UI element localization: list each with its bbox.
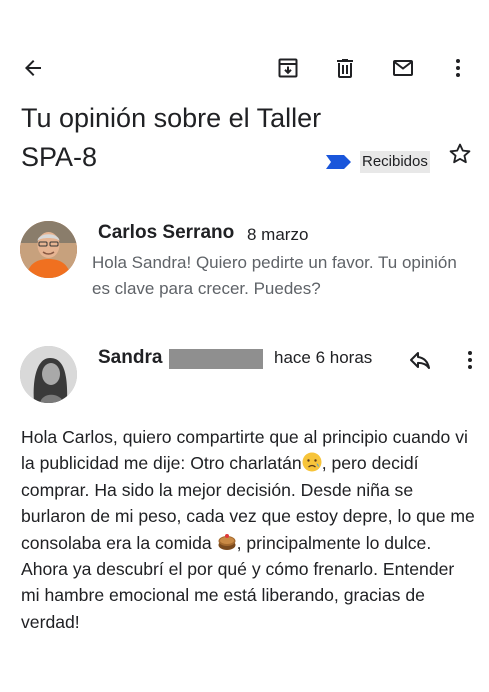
star-icon xyxy=(449,143,471,164)
message-date: 8 marzo xyxy=(247,225,309,244)
email-subject: Tu opinión sobre el Taller SPA-8 xyxy=(21,103,322,172)
message-body: Hola Carlos, quiero compartirte que al p… xyxy=(21,424,476,635)
sad-face-emoji-icon xyxy=(302,452,322,472)
redacted-surname xyxy=(169,349,263,369)
avatar[interactable] xyxy=(20,346,77,403)
more-vert-icon xyxy=(456,59,460,77)
back-button[interactable] xyxy=(13,48,53,88)
message-snippet[interactable]: Hola Sandra! Quiero pedirte un favor. Tu… xyxy=(92,250,462,302)
delete-button[interactable] xyxy=(325,48,365,88)
trash-icon xyxy=(337,59,353,78)
label-important-icon xyxy=(326,155,351,169)
avatar-photo xyxy=(20,221,77,278)
avatar-photo xyxy=(20,346,77,403)
mail-icon xyxy=(393,60,413,76)
message-more-button[interactable] xyxy=(450,340,489,380)
sender-name: Carlos Serrano xyxy=(98,222,235,243)
inbox-label[interactable]: Recibidos xyxy=(326,151,430,173)
toolbar xyxy=(0,0,489,100)
star-button[interactable] xyxy=(447,141,473,167)
reply-icon xyxy=(410,352,430,369)
more-vert-icon xyxy=(468,351,472,369)
sender-name: Sandra xyxy=(98,347,163,368)
mark-unread-button[interactable] xyxy=(383,48,423,88)
cake-emoji-icon xyxy=(218,533,236,550)
more-options-button[interactable] xyxy=(438,48,478,88)
archive-button[interactable] xyxy=(268,48,308,88)
arrow-back-icon xyxy=(25,60,41,76)
message-date: hace 6 horas xyxy=(274,348,373,367)
label-chip: Recibidos xyxy=(360,151,430,173)
archive-icon xyxy=(278,58,298,78)
reply-button[interactable] xyxy=(400,340,440,380)
avatar[interactable] xyxy=(20,221,77,278)
